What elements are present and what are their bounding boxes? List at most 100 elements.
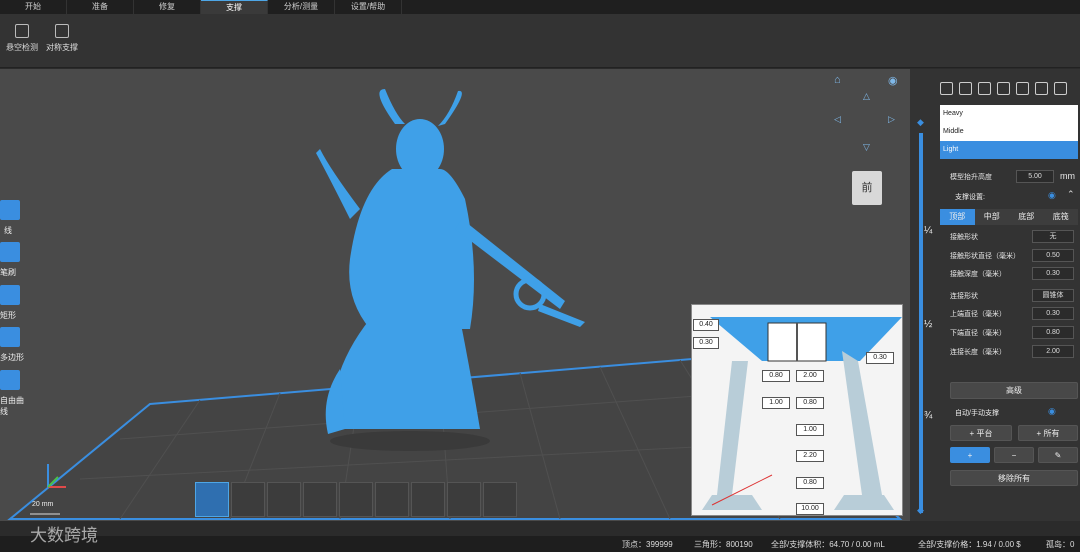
add-icon[interactable] [940,82,953,95]
app-window: 开始 准备 修复 支撑 分析/测量 设置/帮助 悬空检测 对称支撑 20 mm … [0,0,1080,552]
density-light[interactable]: Light [940,141,1078,159]
rect-tool-label: 矩形 [0,311,16,320]
refresh-icon[interactable] [978,82,991,95]
polygon-tool-button[interactable] [0,327,20,347]
lift-label: 模型抬升高度 [950,174,992,181]
lift-input[interactable]: 5.00 [1016,170,1054,183]
visibility-eye-icon[interactable]: ◉ [1048,190,1056,201]
setting-value[interactable]: 0.30 [1032,267,1074,280]
all-button[interactable]: + 所有 [1018,425,1078,441]
polygon-tool-label: 多边形 [0,353,24,362]
rotate-up-icon[interactable]: △ [863,91,870,102]
support-shape-6[interactable] [375,482,409,517]
tab-support[interactable]: 支撑 [201,0,268,14]
diagram-value-4: 0.80 [762,370,790,382]
platform-button[interactable]: + 平台 [950,425,1012,441]
auto-visibility-eye-icon[interactable]: ◉ [1048,406,1056,417]
tab-start[interactable]: 开始 [0,0,67,14]
setting-row: 下端直径（毫米） 0.80 [950,326,1078,339]
symmetric-support-tool[interactable]: 对称支撑 [40,24,84,53]
triangle-count: 三角形：800190 [694,540,753,549]
rotate-down-icon[interactable]: ▽ [863,142,870,153]
density-middle[interactable]: Middle [940,123,1078,141]
remove-support-button[interactable]: − [994,447,1034,463]
tab-raft[interactable]: 底筏 [1043,209,1078,225]
plus-icon: + [967,451,973,460]
support-shape-strip [195,482,525,517]
view-cube[interactable]: 前 [852,171,882,205]
setting-row: 接触形状直径（毫米） 0.50 [950,249,1078,262]
support-shape-7[interactable] [411,482,445,517]
advanced-button[interactable]: 高级 [950,382,1078,399]
slider-top-handle[interactable]: ◆ [917,117,924,128]
slider-bottom-handle[interactable]: ◆ [917,505,924,516]
edit-support-button[interactable]: ✎ [1038,447,1078,463]
slider-quarter: ¼ [924,225,933,236]
save-icon[interactable] [1054,82,1067,95]
tab-bottom[interactable]: 底部 [1009,209,1044,225]
delete-icon[interactable] [959,82,972,95]
setting-row: 上端直径（毫米） 0.30 [950,307,1078,320]
edit-icon[interactable] [1016,82,1029,95]
setting-row: 接触形状 无 [950,230,1078,243]
tab-top[interactable]: 顶部 [940,209,975,225]
tab-analysis[interactable]: 分析/测量 [268,0,335,14]
home-icon[interactable]: ⌂ [834,74,841,86]
brush-tool-button[interactable] [0,242,20,262]
toolbar: 悬空检测 对称支撑 [0,14,1080,68]
density-heavy[interactable]: Heavy [940,105,1078,123]
support-shape-3[interactable] [267,482,301,517]
support-shape-4[interactable] [303,482,337,517]
diagram-value-3: 0.30 [866,352,894,364]
rotate-left-icon[interactable]: ◁ [834,114,841,125]
auto-manual-title: 自动/手动支撑 [955,410,999,417]
rect-tool-button[interactable] [0,285,20,305]
setting-value[interactable]: 无 [1032,230,1074,243]
setting-label: 接触形状 [950,234,978,241]
tab-settings[interactable]: 设置/帮助 [335,0,402,14]
diagram-value-2: 0.30 [693,337,719,349]
setting-label: 连接形状 [950,293,978,300]
rotate-right-icon[interactable]: ▷ [888,114,895,125]
remove-all-button[interactable]: 移除所有 [950,470,1078,486]
slider-track[interactable] [919,133,923,513]
support-part-tabs: 顶部 中部 底部 底筏 [940,209,1078,225]
vertex-count: 顶点：399999 [622,540,673,549]
brush-tool-label: 笔刷 [0,268,16,277]
menu-bar: 开始 准备 修复 支撑 分析/测量 设置/帮助 [0,0,1080,14]
setting-row: 连接形状 圆锥体 [950,289,1078,302]
support-shape-9[interactable] [483,482,517,517]
tab-repair[interactable]: 修复 [134,0,201,14]
volume-readout: 全部/支撑体积：64.70 / 0.00 mL [771,540,885,549]
support-shape-5[interactable] [339,482,373,517]
setting-value[interactable]: 0.80 [1032,326,1074,339]
cube-icon [15,24,29,38]
support-shape-1[interactable] [195,482,229,517]
setting-value[interactable]: 2.00 [1032,345,1074,358]
eye-icon[interactable]: ◉ [888,74,898,87]
layer-slider[interactable]: ◆ ◆ ¼ ½ ¾ [910,69,935,521]
diagram-value-5: 2.00 [796,370,824,382]
support-shape-2[interactable] [231,482,265,517]
line-tool-button[interactable] [0,200,20,220]
add-support-button[interactable]: + [950,447,990,463]
tab-prepare[interactable]: 准备 [67,0,134,14]
tab-middle[interactable]: 中部 [974,209,1009,225]
overhang-detect-tool[interactable]: 悬空检测 [0,24,44,53]
collapse-icon[interactable]: ⌃ [1067,189,1075,200]
watermark: 大数跨境 [30,526,98,545]
setting-label: 下端直径（毫米） [950,330,1006,337]
setting-value[interactable]: 0.50 [1032,249,1074,262]
export-icon[interactable] [997,82,1010,95]
copy-icon[interactable] [1035,82,1048,95]
minus-icon: − [1011,451,1017,460]
setting-value[interactable]: 0.30 [1032,307,1074,320]
diagram-value-7: 0.80 [796,397,824,409]
symmetric-support-label: 对称支撑 [46,43,78,52]
setting-value[interactable]: 圆锥体 [1032,289,1074,302]
support-shape-8[interactable] [447,482,481,517]
freecurve-tool-button[interactable] [0,370,20,390]
diagram-value-10: 0.80 [796,477,824,489]
overhang-detect-label: 悬空检测 [6,43,38,52]
setting-row: 接触深度（毫米） 0.30 [950,267,1078,280]
